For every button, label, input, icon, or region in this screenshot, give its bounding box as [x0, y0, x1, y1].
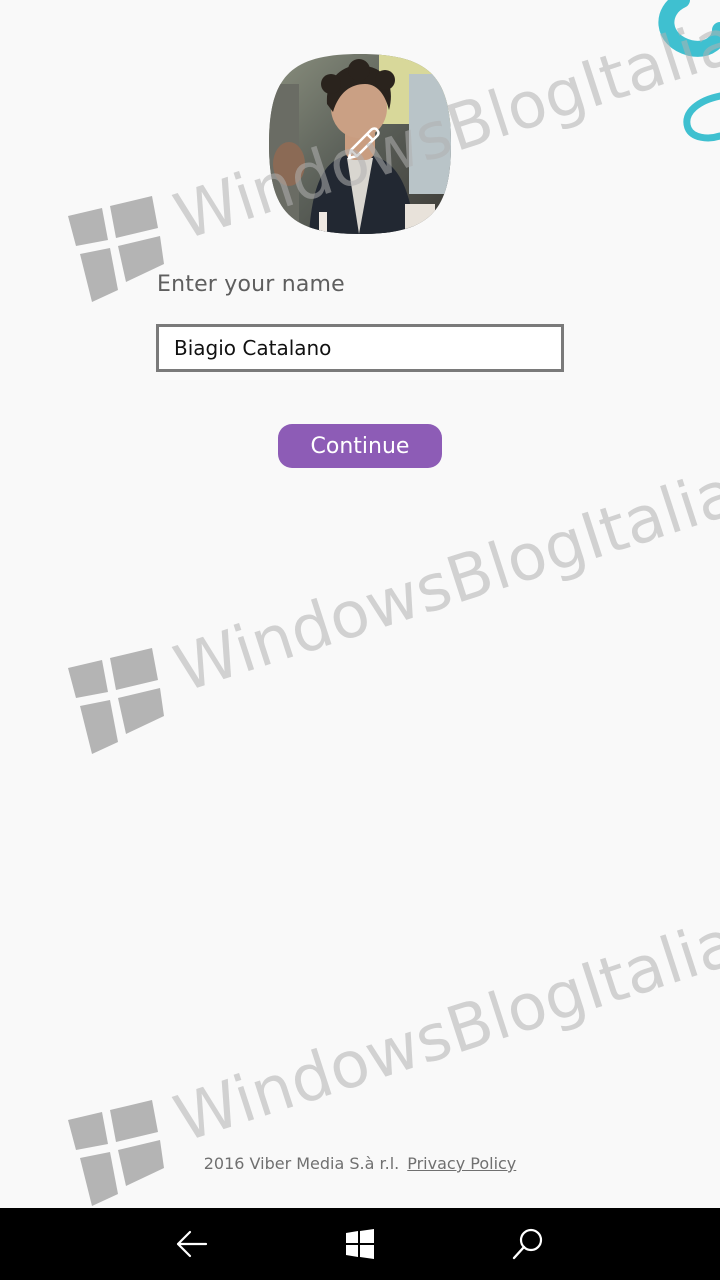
copyright-text: 2016 Viber Media S.à r.l. — [203, 1154, 400, 1173]
watermark-windows-icon — [68, 648, 164, 754]
profile-avatar[interactable] — [269, 54, 451, 234]
privacy-policy-link[interactable]: Privacy Policy — [407, 1154, 516, 1173]
watermark-text: WindowsBlogItalia — [166, 906, 720, 1157]
back-arrow-icon[interactable] — [172, 1224, 212, 1264]
footer: 2016 Viber Media S.à r.l. Privacy Policy — [0, 1154, 720, 1173]
windows-logo-icon[interactable] — [340, 1224, 380, 1264]
watermark-windows-icon — [68, 1100, 164, 1206]
decorative-swirl — [658, 0, 720, 142]
pencil-icon[interactable] — [341, 124, 381, 164]
name-input[interactable] — [156, 324, 564, 372]
watermark-group-2: WindowsBlogItalia — [68, 456, 720, 754]
search-icon[interactable] — [508, 1224, 548, 1264]
name-label: Enter your name — [157, 272, 345, 297]
watermark-text: WindowsBlogItalia — [166, 456, 720, 707]
system-navigation-bar — [0, 1208, 720, 1280]
continue-button[interactable]: Continue — [278, 424, 442, 468]
watermark-windows-icon — [68, 196, 164, 302]
